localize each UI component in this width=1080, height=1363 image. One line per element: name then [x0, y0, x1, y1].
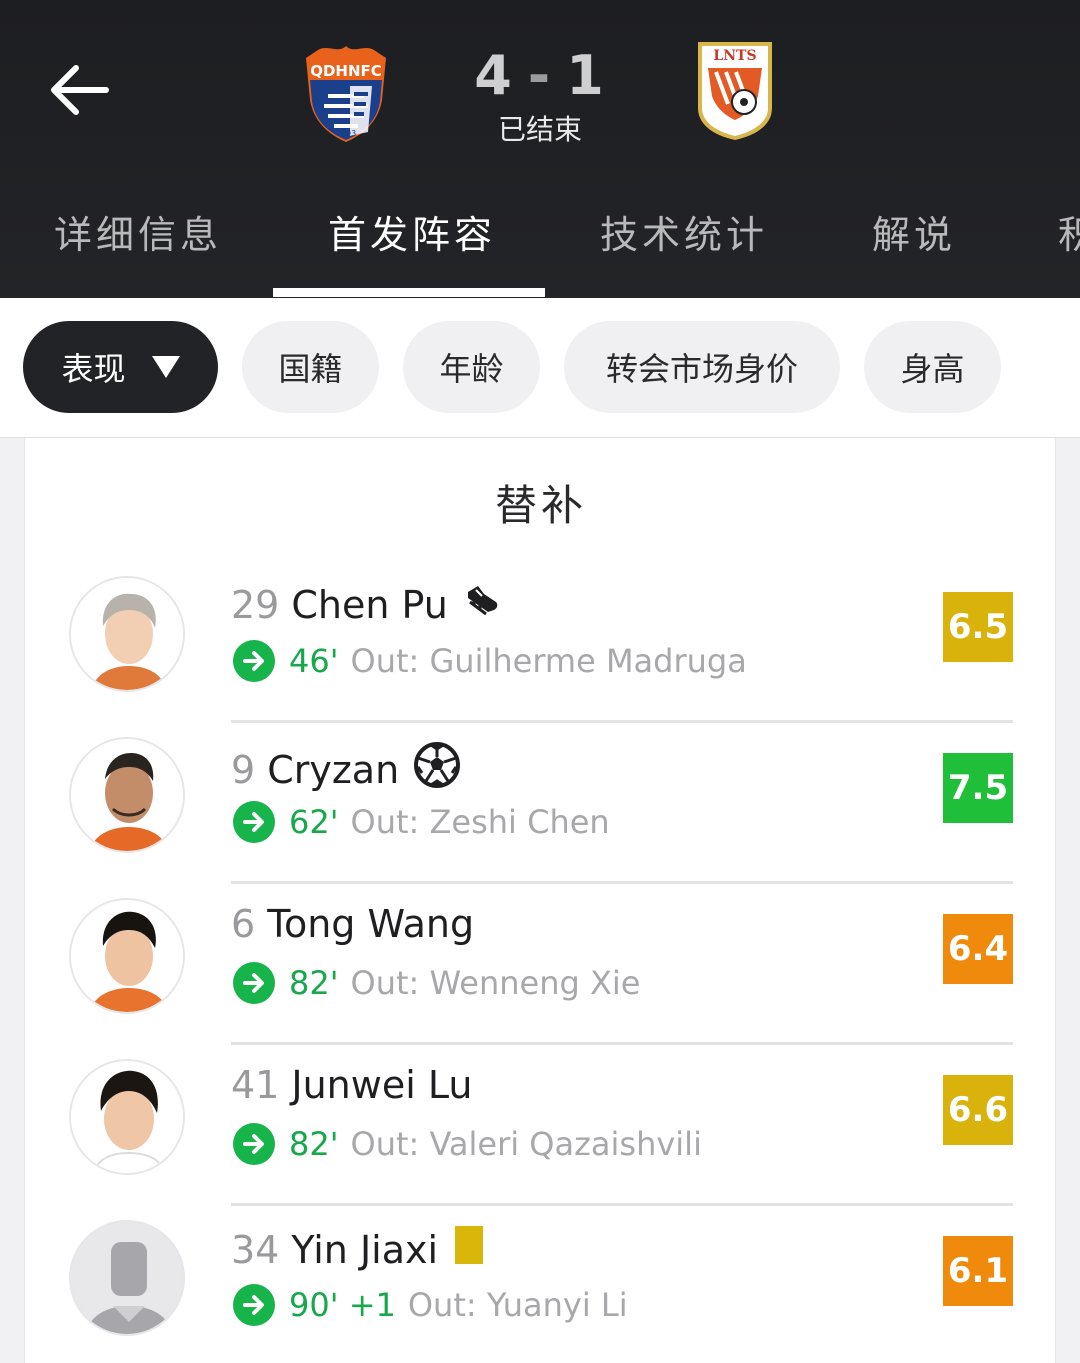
- sub-minute: 82': [289, 1125, 339, 1163]
- sub-in-arrow-icon: [233, 801, 275, 843]
- player-name: 9 Cryzan: [231, 741, 461, 798]
- filter-age[interactable]: 年龄: [403, 321, 540, 413]
- player-number: 6: [231, 902, 256, 946]
- tab-bar: 详细信息 首发阵容 技术统计 解说 积: [0, 200, 1080, 298]
- player-row[interactable]: 41 Junwei Lu 82' Out: Valeri Qazaishvili…: [25, 1051, 1057, 1212]
- rating-badge: 6.6: [943, 1075, 1013, 1145]
- substitution-info: 82' Out: Valeri Qazaishvili: [233, 1123, 702, 1165]
- player-name: 41 Junwei Lu: [231, 1063, 472, 1107]
- player-number: 34: [231, 1227, 280, 1272]
- sub-out-text: Out: Guilherme Madruga: [350, 642, 747, 680]
- sub-out-text: Out: Zeshi Chen: [350, 803, 610, 841]
- player-avatar: [69, 898, 185, 1014]
- player-name-text: Yin Jiaxi: [291, 1227, 439, 1272]
- sub-in-arrow-icon: [233, 1284, 275, 1326]
- svg-text:LNTS: LNTS: [713, 48, 756, 64]
- rating-badge: 7.5: [943, 753, 1013, 823]
- player-name-text: Cryzan: [267, 747, 400, 792]
- rating-badge: 6.5: [943, 592, 1013, 662]
- substitution-info: 82' Out: Wenneng Xie: [233, 962, 640, 1004]
- player-row[interactable]: 34 Yin Jiaxi 90' +1 Out: Yuanyi Li 6.1: [25, 1212, 1057, 1363]
- substitution-info: 62' Out: Zeshi Chen: [233, 801, 610, 843]
- row-divider: [231, 720, 1013, 723]
- tab-points[interactable]: 积: [1058, 204, 1080, 259]
- away-score: 1: [566, 44, 606, 107]
- svg-text:QDHNFC: QDHNFC: [310, 62, 382, 80]
- tab-stats[interactable]: 技术统计: [600, 204, 768, 259]
- player-name: 6 Tong Wang: [231, 902, 474, 946]
- player-name-text: Chen Pu: [291, 582, 448, 627]
- boot-icon: [462, 580, 502, 629]
- svg-text:1993: 1993: [336, 129, 356, 138]
- player-name: 29 Chen Pu: [231, 580, 502, 629]
- substitutes-card: 替补 29 Chen Pu 46' Out: Guilherme Madruga…: [24, 438, 1056, 1363]
- section-title: 替补: [494, 481, 587, 530]
- sub-in-arrow-icon: [233, 962, 275, 1004]
- player-avatar-placeholder: [69, 1220, 185, 1336]
- filter-nationality[interactable]: 国籍: [242, 321, 379, 413]
- back-button[interactable]: [44, 58, 116, 122]
- sub-in-arrow-icon: [233, 640, 275, 682]
- player-avatar: [69, 576, 185, 692]
- player-number: 29: [231, 582, 280, 627]
- filter-bar: 表现 国籍 年龄 转会市场身价 身高: [0, 298, 1080, 438]
- player-avatar: [69, 737, 185, 853]
- football-icon: [413, 741, 461, 798]
- player-name: 34 Yin Jiaxi: [231, 1224, 486, 1275]
- player-name-text: Tong Wang: [267, 902, 475, 946]
- tab-lineup[interactable]: 首发阵容: [328, 204, 496, 259]
- row-divider: [231, 1203, 1013, 1206]
- sub-in-arrow-icon: [233, 1123, 275, 1165]
- substitution-info: 90' +1 Out: Yuanyi Li: [233, 1284, 628, 1326]
- home-team-crest[interactable]: QDHNFC 1993: [298, 40, 394, 144]
- row-divider: [231, 881, 1013, 884]
- sub-out-text: Out: Valeri Qazaishvili: [350, 1125, 702, 1163]
- filter-performance-label: 表现: [61, 350, 126, 388]
- filter-performance[interactable]: 表现: [23, 321, 218, 413]
- rating-badge: 6.1: [943, 1236, 1013, 1306]
- tab-details[interactable]: 详细信息: [54, 204, 222, 259]
- row-divider: [231, 1042, 1013, 1045]
- away-team-crest[interactable]: LNTS: [694, 38, 776, 142]
- match-status: 已结束: [497, 113, 582, 146]
- sub-out-text: Out: Wenneng Xie: [350, 964, 641, 1002]
- filter-height[interactable]: 身高: [864, 321, 1001, 413]
- player-row[interactable]: 29 Chen Pu 46' Out: Guilherme Madruga 6.…: [25, 568, 1057, 729]
- rating-badge: 6.4: [943, 914, 1013, 984]
- player-row[interactable]: 9 Cryzan 62' Out: Zeshi Chen 7.5: [25, 729, 1057, 890]
- sub-minute: 82': [289, 964, 339, 1002]
- home-score: 4: [474, 44, 514, 107]
- sub-minute: 46': [289, 642, 339, 680]
- player-avatar: [69, 1059, 185, 1175]
- caret-down-icon: [151, 356, 180, 378]
- yellow-card-icon: [452, 1224, 486, 1275]
- substitution-info: 46' Out: Guilherme Madruga: [233, 640, 747, 682]
- sub-minute: 90' +1: [289, 1286, 396, 1324]
- arrow-left-icon: [51, 65, 109, 115]
- player-number: 9: [231, 747, 256, 792]
- active-tab-indicator: [273, 288, 545, 297]
- sub-minute: 62': [289, 803, 339, 841]
- player-name-text: Junwei Lu: [291, 1063, 473, 1107]
- match-header: QDHNFC 1993 4-1 已结束 LNTS 详细信息 首发阵容 技术统计 …: [0, 0, 1080, 298]
- player-row[interactable]: 6 Tong Wang 82' Out: Wenneng Xie 6.4: [25, 890, 1057, 1051]
- sub-out-text: Out: Yuanyi Li: [407, 1286, 628, 1324]
- filter-market-value[interactable]: 转会市场身价: [564, 321, 840, 413]
- scoreline: 4-1: [440, 44, 640, 107]
- tab-commentary[interactable]: 解说: [872, 204, 956, 259]
- player-number: 41: [231, 1063, 280, 1107]
- score-separator: -: [527, 44, 553, 107]
